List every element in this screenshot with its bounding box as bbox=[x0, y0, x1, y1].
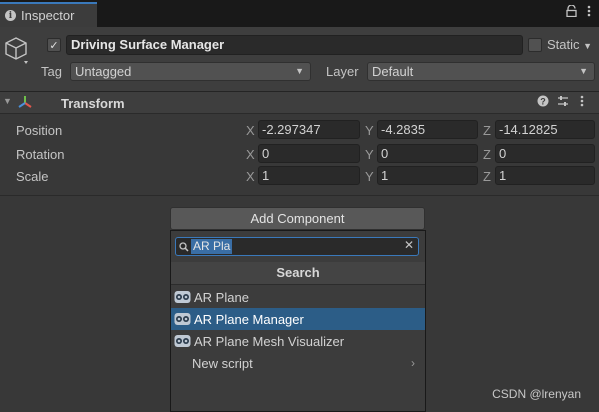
transform-title: Transform bbox=[61, 96, 125, 111]
search-text[interactable]: AR Pla bbox=[191, 239, 233, 254]
new-script-label: New script bbox=[192, 355, 253, 371]
position-label: Position bbox=[16, 123, 63, 138]
chevron-down-icon: ▼ bbox=[583, 41, 593, 51]
kebab-menu-icon[interactable] bbox=[587, 5, 591, 20]
gameobject-name-field[interactable]: Driving Surface Manager bbox=[66, 35, 523, 55]
new-script-item[interactable]: New script bbox=[171, 352, 425, 374]
result-label: AR Plane Manager bbox=[194, 311, 304, 327]
scale-z-field[interactable]: 1 bbox=[495, 166, 595, 185]
add-component-button[interactable]: Add Component bbox=[170, 207, 425, 230]
foldout-arrow-icon[interactable]: ▼ bbox=[3, 96, 12, 106]
active-checkbox[interactable]: ✓ bbox=[47, 38, 61, 52]
rotation-label: Rotation bbox=[16, 147, 65, 162]
axis-y-label[interactable]: Y bbox=[365, 147, 374, 162]
script-component-icon bbox=[174, 290, 191, 304]
static-label[interactable]: Static ▼ bbox=[547, 37, 592, 52]
layer-label: Layer bbox=[326, 64, 359, 79]
help-icon[interactable]: ? bbox=[537, 95, 549, 110]
axis-y-label[interactable]: Y bbox=[365, 169, 374, 184]
chevron-down-icon: ▼ bbox=[579, 66, 588, 76]
rotation-z-field[interactable]: 0 bbox=[495, 144, 595, 163]
tab-inspector[interactable]: i Inspector bbox=[0, 2, 97, 27]
position-x-field[interactable]: -2.297347 bbox=[258, 120, 360, 139]
axis-z-label[interactable]: Z bbox=[483, 169, 491, 184]
chevron-right-icon: › bbox=[411, 356, 415, 370]
axis-x-label[interactable]: X bbox=[246, 123, 255, 138]
search-icon bbox=[179, 240, 189, 255]
tag-dropdown[interactable]: Untagged ▼ bbox=[70, 62, 311, 81]
scale-x-field[interactable]: 1 bbox=[258, 166, 360, 185]
tag-value: Untagged bbox=[75, 64, 132, 79]
preset-sliders-icon[interactable] bbox=[557, 95, 569, 110]
clear-search-icon[interactable]: ✕ bbox=[404, 238, 414, 252]
chevron-down-icon: ▼ bbox=[295, 66, 304, 76]
rotation-y-field[interactable]: 0 bbox=[377, 144, 478, 163]
axis-y-label[interactable]: Y bbox=[365, 123, 374, 138]
result-item-ar-plane[interactable]: AR Plane bbox=[171, 286, 425, 308]
script-component-icon bbox=[174, 334, 191, 348]
section-divider bbox=[0, 195, 599, 196]
scale-label: Scale bbox=[16, 169, 49, 184]
static-checkbox[interactable] bbox=[528, 38, 542, 52]
watermark: CSDN @lrenyan bbox=[492, 387, 581, 401]
axis-z-label[interactable]: Z bbox=[483, 123, 491, 138]
axis-x-label[interactable]: X bbox=[246, 147, 255, 162]
layer-value: Default bbox=[372, 64, 414, 79]
kebab-menu-icon[interactable] bbox=[580, 95, 584, 110]
result-label: AR Plane Mesh Visualizer bbox=[194, 333, 345, 349]
position-z-field[interactable]: -14.12825 bbox=[495, 120, 595, 139]
tab-label: Inspector bbox=[21, 8, 75, 23]
lock-icon[interactable] bbox=[566, 4, 577, 20]
static-text: Static bbox=[547, 37, 580, 52]
layer-dropdown[interactable]: Default ▼ bbox=[367, 62, 595, 81]
svg-text:?: ? bbox=[540, 97, 546, 107]
tab-actions bbox=[566, 4, 591, 20]
axis-x-label[interactable]: X bbox=[246, 169, 255, 184]
result-label: AR Plane bbox=[194, 289, 249, 305]
search-results-header: Search bbox=[171, 262, 425, 285]
position-y-field[interactable]: -4.2835 bbox=[377, 120, 478, 139]
rotation-x-field[interactable]: 0 bbox=[258, 144, 360, 163]
transform-icon bbox=[17, 94, 33, 113]
tag-label: Tag bbox=[41, 64, 62, 79]
axis-z-label[interactable]: Z bbox=[483, 147, 491, 162]
scale-y-field[interactable]: 1 bbox=[377, 166, 478, 185]
script-component-icon bbox=[174, 312, 191, 326]
result-item-ar-plane-mesh-visualizer[interactable]: AR Plane Mesh Visualizer bbox=[171, 330, 425, 352]
gameobject-cube-icon[interactable] bbox=[4, 36, 28, 64]
result-item-ar-plane-manager[interactable]: AR Plane Manager bbox=[171, 308, 425, 330]
info-icon: i bbox=[5, 10, 16, 21]
